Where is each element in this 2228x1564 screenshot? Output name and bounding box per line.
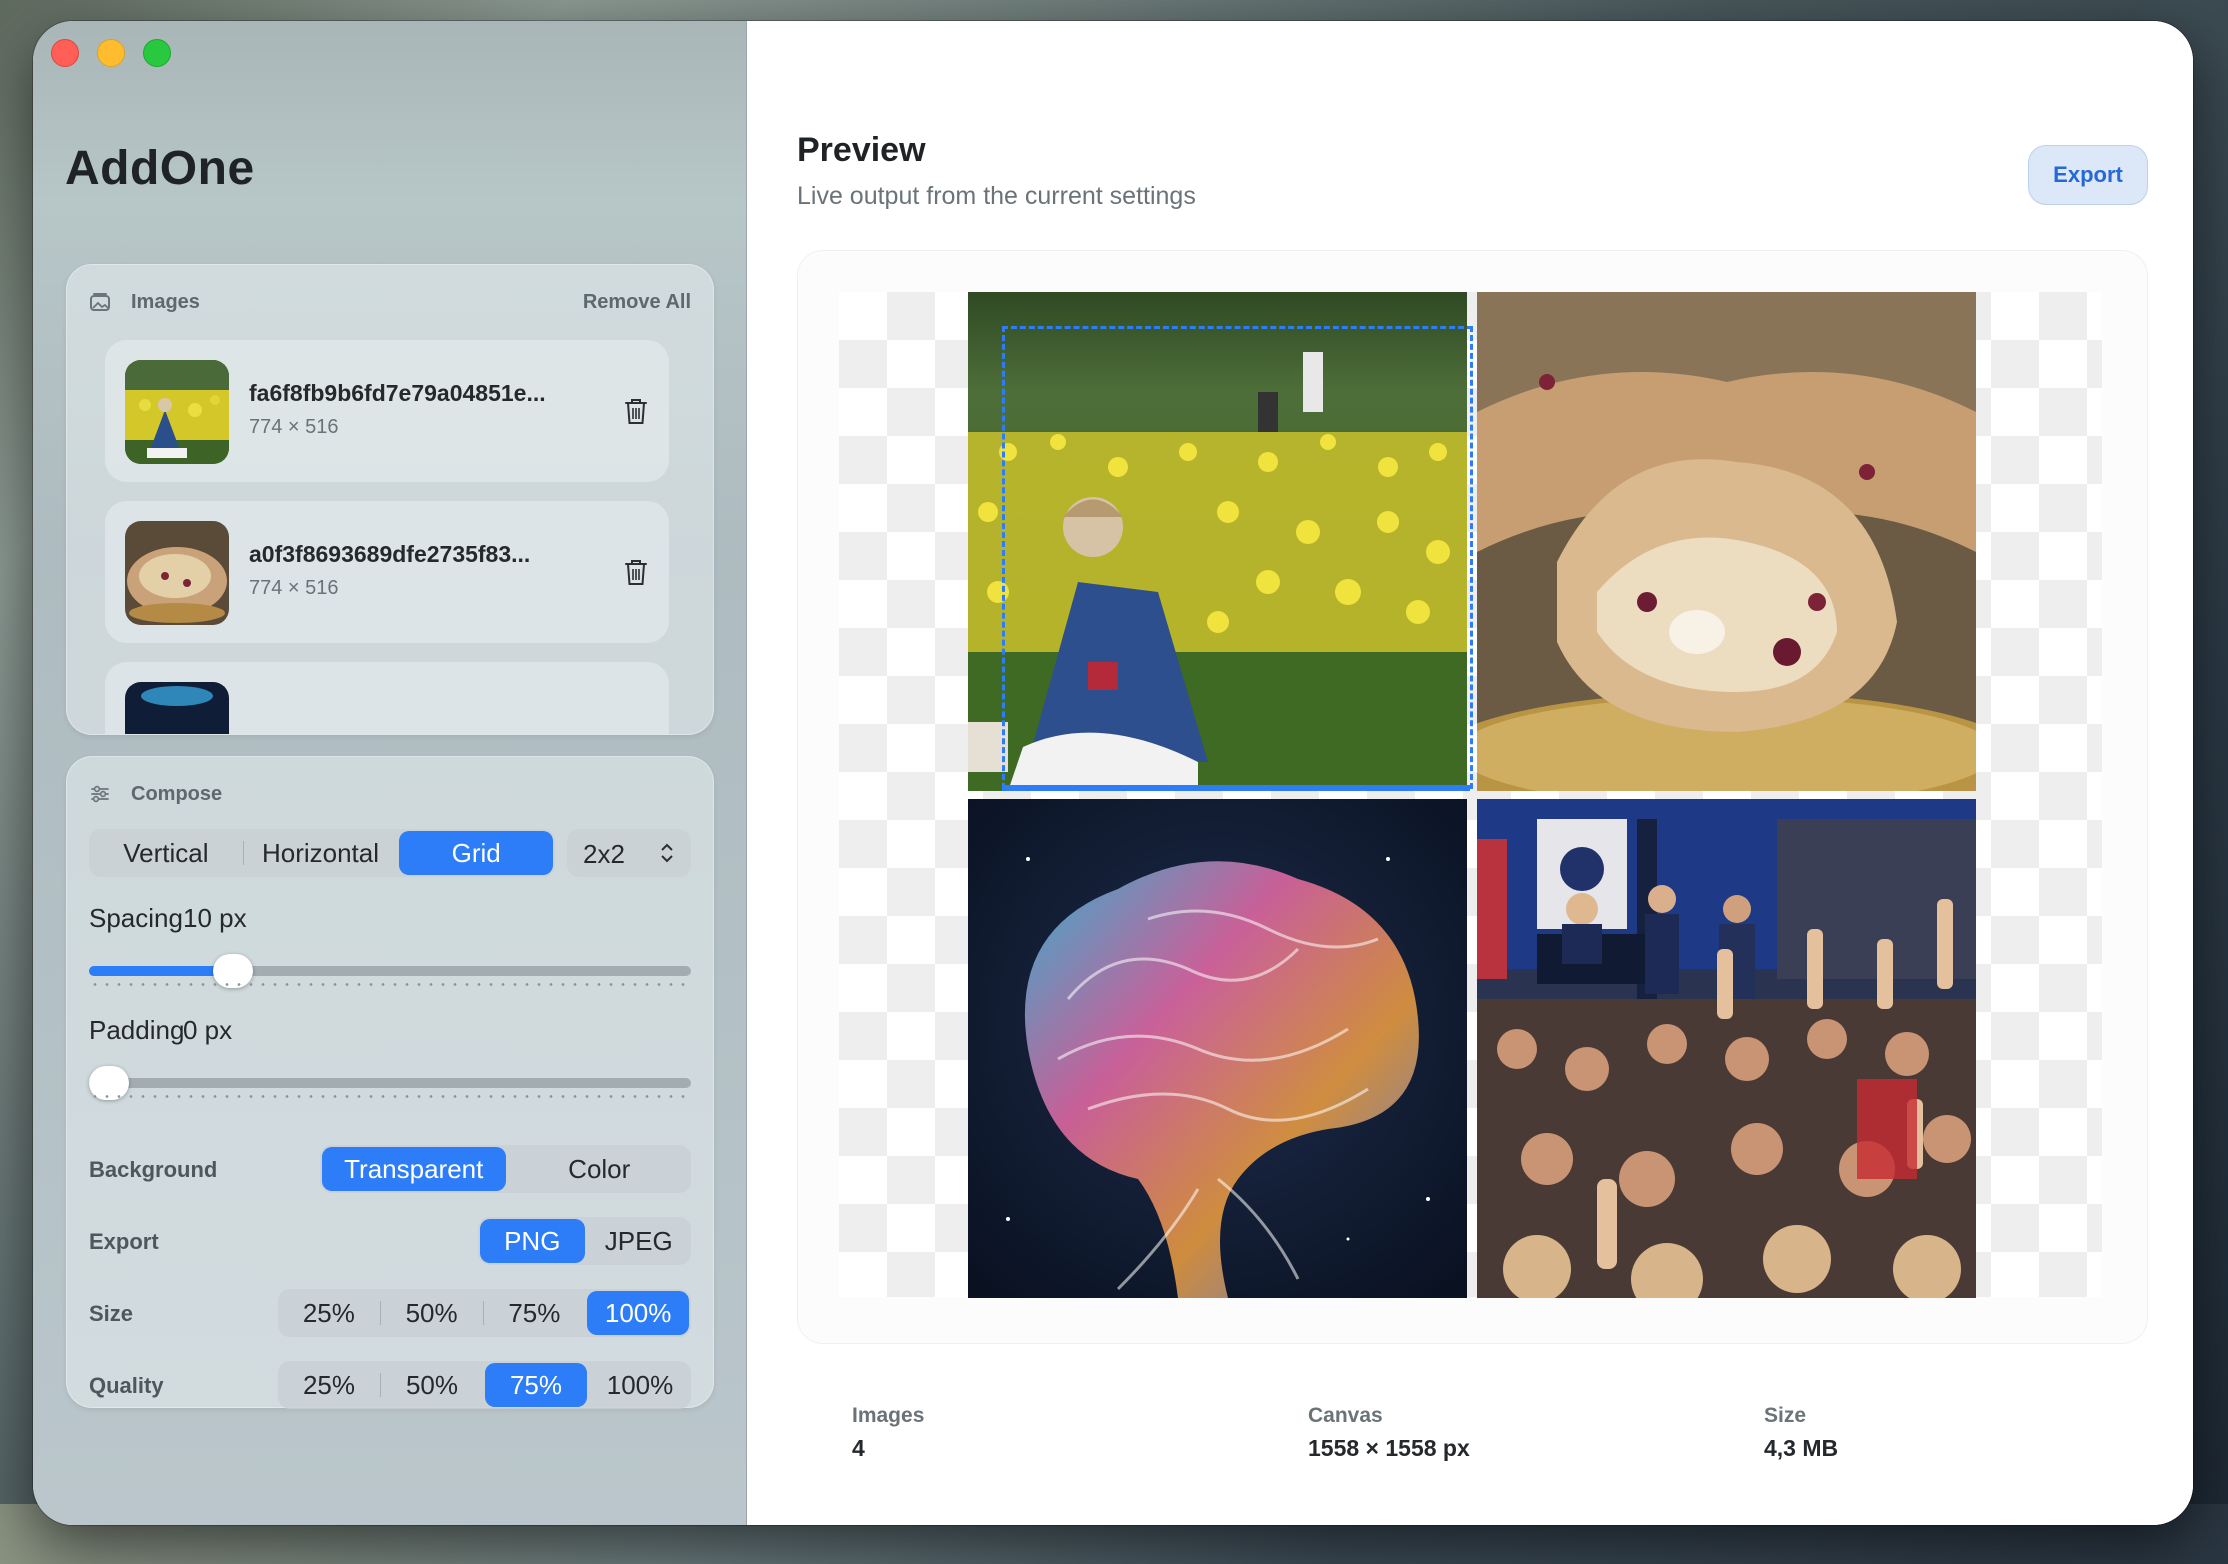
app-title: AddOne — [65, 142, 255, 195]
image-thumbnail — [125, 682, 229, 734]
zoom-window-button[interactable] — [143, 39, 171, 67]
trash-icon[interactable] — [623, 396, 649, 426]
quality-label: Quality — [89, 1373, 164, 1398]
image-thumbnail — [125, 521, 229, 625]
export-button[interactable]: Export — [2028, 145, 2148, 205]
grid-size-value: 2x2 — [583, 839, 625, 869]
image-list-item[interactable]: fa6f8fb9b6fd7e79a04851e... 774 × 516 — [105, 340, 669, 482]
compose-panel: Compose Vertical Horizontal Grid 2x2 Spa… — [66, 756, 714, 1409]
layout-option-grid[interactable]: Grid — [399, 831, 554, 875]
spacing-slider-ticks — [89, 983, 691, 986]
background-option-color[interactable]: Color — [508, 1145, 692, 1193]
image-thumbnail — [125, 360, 229, 464]
image-list-item[interactable] — [105, 662, 669, 734]
sidebar: AddOne Images Remove All fa6f8fb9b6fd7e7… — [33, 21, 747, 1525]
image-dimensions: 774 × 516 — [249, 577, 339, 599]
image-filename: fa6f8fb9b6fd7e79a04851e... — [249, 380, 546, 406]
layout-option-horizontal[interactable]: Horizontal — [244, 829, 398, 877]
preview-canvas-card — [797, 250, 2148, 1344]
quality-option-50[interactable]: 50% — [381, 1361, 483, 1409]
grid-image-brain[interactable] — [968, 799, 1467, 1298]
background-option-transparent[interactable]: Transparent — [322, 1147, 506, 1191]
stat-canvas-value: 1558 × 1558 px — [1308, 1435, 1470, 1461]
spacing-slider-fill — [89, 966, 233, 976]
layout-segmented-control: Vertical Horizontal Grid — [89, 829, 555, 877]
size-option-25[interactable]: 25% — [278, 1289, 380, 1337]
images-panel: Images Remove All fa6f8fb9b6fd7e79a04851… — [66, 264, 714, 735]
background-segmented-control: Transparent Color — [320, 1145, 691, 1193]
padding-value: 0 px — [183, 1015, 233, 1045]
grid-size-select[interactable]: 2x2 — [567, 829, 691, 877]
remove-all-button[interactable]: Remove All — [583, 291, 691, 314]
app-window: AddOne Images Remove All fa6f8fb9b6fd7e7… — [33, 21, 2193, 1525]
layout-option-vertical[interactable]: Vertical — [89, 829, 243, 877]
quality-option-100[interactable]: 100% — [589, 1361, 691, 1409]
selection-outline-bottom — [1002, 785, 1470, 791]
close-window-button[interactable] — [51, 39, 79, 67]
trash-icon[interactable] — [623, 557, 649, 587]
export-option-png[interactable]: PNG — [480, 1219, 585, 1263]
spacing-slider[interactable] — [89, 954, 691, 988]
grid-image-pastry[interactable] — [1477, 292, 1976, 791]
quality-option-25[interactable]: 25% — [278, 1361, 380, 1409]
image-filename: a0f3f8693689dfe2735f83... — [249, 541, 531, 567]
quality-option-75[interactable]: 75% — [485, 1363, 587, 1407]
export-format-label: Export — [89, 1229, 159, 1254]
image-dimensions: 774 × 516 — [249, 416, 339, 438]
stat-size-value: 4,3 MB — [1764, 1435, 1839, 1461]
background-label: Background — [89, 1157, 218, 1182]
export-option-jpeg[interactable]: JPEG — [587, 1217, 692, 1265]
main-content: Preview Live output from the current set… — [747, 21, 2193, 1525]
grid-image-press-room[interactable] — [1477, 799, 1976, 1298]
minimize-window-button[interactable] — [97, 39, 125, 67]
export-format-segmented-control: PNG JPEG — [478, 1217, 691, 1265]
size-option-75[interactable]: 75% — [484, 1289, 586, 1337]
size-option-100[interactable]: 100% — [587, 1291, 689, 1335]
spacing-label: Spacing — [89, 903, 183, 933]
size-label: Size — [89, 1301, 134, 1326]
chevron-up-down-icon — [661, 843, 673, 863]
spacing-value: 10 px — [183, 903, 247, 933]
size-option-50[interactable]: 50% — [381, 1289, 483, 1337]
stat-images-value: 4 — [852, 1435, 865, 1461]
photo-stack-icon — [90, 293, 110, 311]
compose-panel-label: Compose — [131, 783, 223, 805]
stat-images-label: Images — [852, 1404, 925, 1427]
sliders-icon — [91, 785, 109, 803]
image-list-item[interactable]: a0f3f8693689dfe2735f83... 774 × 516 — [105, 501, 669, 643]
quality-segmented-control: 25% 50% 75% 100% — [278, 1361, 691, 1409]
padding-slider-ticks — [89, 1095, 691, 1098]
images-panel-label: Images — [131, 291, 200, 313]
stat-size-label: Size — [1764, 1404, 1807, 1427]
padding-slider[interactable] — [89, 1066, 691, 1100]
preview-title: Preview — [797, 131, 926, 169]
size-segmented-control: 25% 50% 75% 100% — [278, 1289, 691, 1337]
selection-outline — [1002, 326, 1473, 789]
stat-canvas-label: Canvas — [1308, 1404, 1383, 1427]
padding-label: Padding — [89, 1015, 185, 1045]
preview-subtitle: Live output from the current settings — [797, 182, 1196, 210]
